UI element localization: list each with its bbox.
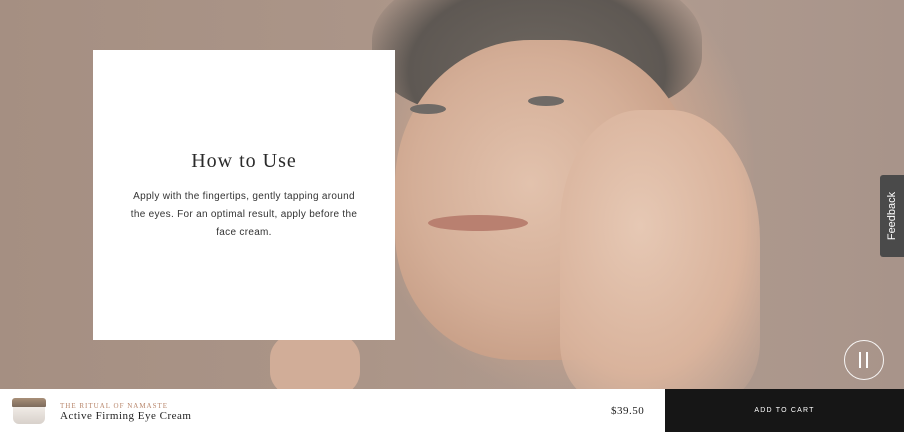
pause-icon — [866, 352, 868, 368]
jar-body — [13, 407, 45, 424]
jar-lid — [12, 398, 46, 407]
how-to-use-card: How to Use Apply with the fingertips, ge… — [93, 50, 395, 340]
hero-image-eye — [410, 104, 446, 114]
feedback-tab[interactable]: Feedback — [880, 175, 904, 257]
hero-image-eye — [528, 96, 564, 106]
feedback-label: Feedback — [886, 191, 898, 241]
how-to-use-text: Apply with the fingertips, gently tappin… — [130, 191, 358, 238]
hero-image-mouth — [428, 215, 528, 231]
product-sticky-bar: THE RITUAL OF NAMASTE Active Firming Eye… — [0, 389, 904, 432]
product-thumbnail — [12, 398, 46, 424]
how-to-use-title: How to Use — [191, 150, 297, 172]
hero-video: How to Use Apply with the fingertips, ge… — [0, 0, 904, 389]
product-price: $39.50 — [611, 405, 645, 417]
pause-icon — [859, 352, 861, 368]
add-to-cart-button[interactable]: ADD TO CART — [665, 389, 904, 432]
product-collection: THE RITUAL OF NAMASTE — [60, 402, 169, 410]
pause-button[interactable] — [844, 340, 884, 380]
product-name: Active Firming Eye Cream — [60, 410, 192, 422]
hero-image-hand — [560, 110, 760, 389]
